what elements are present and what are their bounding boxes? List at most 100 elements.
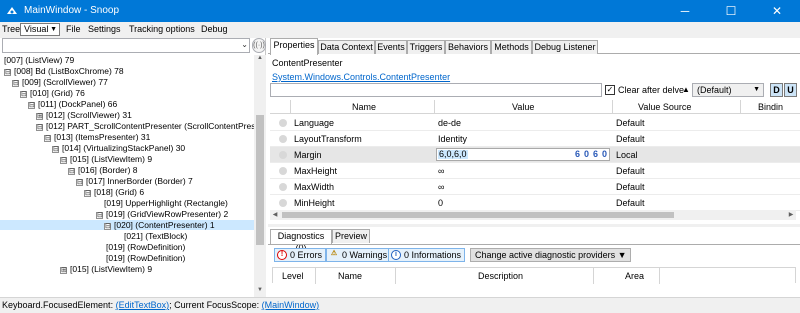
tree-node[interactable]: ⊟ [019] (GridViewRowPresenter) 2 <box>96 209 228 219</box>
column-separator[interactable] <box>659 268 660 284</box>
tree-node[interactable]: ⊟ [016] (Border) 8 <box>68 165 138 175</box>
column-header-value[interactable]: Value <box>512 102 534 112</box>
tab-preview[interactable]: Preview <box>332 229 370 243</box>
tree-node[interactable]: ⊟ [010] (Grid) 76 <box>20 88 85 98</box>
property-row[interactable]: Language de-de Default <box>270 115 800 131</box>
tree-filter-input[interactable] <box>2 38 250 53</box>
collapse-icon[interactable]: ⊟ <box>84 190 91 197</box>
errors-toggle[interactable]: ! 0 Errors <box>274 248 327 262</box>
focus-scope-link[interactable]: (MainWindow) <box>262 300 320 310</box>
collapse-icon[interactable]: ⊟ <box>76 179 83 186</box>
tab-triggers[interactable]: Triggers <box>407 40 445 54</box>
column-separator[interactable] <box>315 268 316 284</box>
tab-behaviors[interactable]: Behaviors <box>445 40 491 54</box>
tree-node[interactable]: ⊟ [012] PART_ScrollContentPresenter (Scro… <box>36 121 254 131</box>
tree-node-selected[interactable]: ⊟ [020] (ContentPresenter) 1 <box>0 220 254 230</box>
tab-properties[interactable]: Properties <box>270 38 318 55</box>
focused-element-link[interactable]: (EditTextBox) <box>116 300 170 310</box>
collapse-icon[interactable]: ⊟ <box>20 91 27 98</box>
tab-diagnostics[interactable]: Diagnostics (0) <box>270 229 332 253</box>
menu-item-tracking-options[interactable]: Tracking options <box>129 24 195 34</box>
tree-node[interactable]: [019] (RowDefinition) <box>106 242 185 252</box>
tree-node[interactable]: ⊟ [011] (DockPanel) 66 <box>28 99 117 109</box>
collapse-icon[interactable]: ⊟ <box>60 157 67 164</box>
d-button[interactable]: D <box>770 83 783 97</box>
column-separator[interactable] <box>290 100 291 114</box>
tree-node[interactable]: ⊞ [015] (ListViewItem) 9 <box>60 264 152 274</box>
collapse-icon[interactable]: ⊟ <box>104 223 111 230</box>
tab-data-context[interactable]: Data Context <box>318 40 375 54</box>
edit-text-box[interactable]: 6,0,6,0 6060 <box>436 148 610 161</box>
column-header-name[interactable]: Name <box>338 271 362 281</box>
tab-methods[interactable]: Methods <box>491 40 532 54</box>
column-header-area[interactable]: Area <box>625 271 644 281</box>
tree-node[interactable]: ⊟ [013] (ItemsPresenter) 31 <box>44 132 150 142</box>
tree-mode-select[interactable]: Visual ▼ <box>20 23 60 36</box>
property-row[interactable]: MinHeight 0 Default <box>270 195 800 211</box>
tree-node[interactable]: ⊟ [018] (Grid) 6 <box>84 187 144 197</box>
menu-item-debug[interactable]: Debug <box>201 24 228 34</box>
informations-toggle[interactable]: i 0 Informations <box>388 248 466 262</box>
collapse-icon[interactable]: ⊟ <box>68 168 75 175</box>
property-value[interactable]: Identity <box>438 134 467 144</box>
collapse-icon[interactable]: ⊟ <box>36 124 43 131</box>
maximize-button[interactable]: ☐ <box>708 0 754 22</box>
sort-ascending-icon[interactable]: ▲ <box>682 85 690 94</box>
scroll-down-icon[interactable]: ▼ <box>254 287 266 297</box>
tab-events[interactable]: Events <box>375 40 407 54</box>
clear-after-delve-checkbox[interactable]: ✓ <box>605 85 615 95</box>
property-value[interactable]: 0 <box>438 198 443 208</box>
column-header-level[interactable]: Level <box>282 271 304 281</box>
tree-node[interactable]: ⊟ [008] Bd (ListBoxChrome) 78 <box>4 66 124 76</box>
property-row[interactable]: LayoutTransform Identity Default <box>270 131 800 147</box>
scroll-left-icon[interactable]: ◀ <box>270 210 280 220</box>
tree-node[interactable]: ⊟ [015] (ListViewItem) 9 <box>60 154 152 164</box>
panel-splitter[interactable] <box>268 224 800 227</box>
tree-node[interactable]: ⊟ [017] InnerBorder (Border) 7 <box>76 176 193 186</box>
tree-node[interactable]: ⊟ [014] (VirtualizingStackPanel) 30 <box>52 143 185 153</box>
filter-options-icon[interactable]: ((·)) <box>252 38 266 53</box>
collapse-icon[interactable]: ⊟ <box>96 212 103 219</box>
tree-vertical-scrollbar[interactable]: ▲ ▼ <box>254 55 266 297</box>
collapse-icon[interactable]: ⊟ <box>44 135 51 142</box>
tree-node[interactable]: [019] UpperHighlight (Rectangle) <box>104 198 228 208</box>
expand-icon[interactable]: ⊞ <box>60 267 67 274</box>
property-value[interactable]: de-de <box>438 118 461 128</box>
tree-node[interactable]: ⊞ [012] (ScrollViewer) 31 <box>36 110 132 120</box>
tree-node[interactable]: [021] (TextBlock) <box>124 231 187 241</box>
column-header-description[interactable]: Description <box>478 271 523 281</box>
close-button[interactable]: ✕ <box>754 0 800 22</box>
collapse-icon[interactable]: ⊟ <box>28 102 35 109</box>
property-row[interactable]: MaxWidth ∞ Default <box>270 179 800 195</box>
column-header-binding[interactable]: Bindin <box>758 102 783 112</box>
column-separator[interactable] <box>434 100 435 114</box>
element-type-link[interactable]: System.Windows.Controls.ContentPresenter <box>272 72 450 82</box>
tree-node[interactable]: [007] (ListView) 79 <box>4 55 74 65</box>
collapse-icon[interactable]: ⊟ <box>12 80 19 87</box>
property-row-selected[interactable]: Margin 6,0,6,0 6060 Local <box>270 147 800 163</box>
property-row[interactable]: MaxHeight ∞ Default <box>270 163 800 179</box>
column-separator[interactable] <box>593 268 594 284</box>
column-separator[interactable] <box>612 100 613 114</box>
scroll-right-icon[interactable]: ▶ <box>786 210 796 220</box>
menu-item-file[interactable]: File <box>66 24 81 34</box>
property-filter-input[interactable] <box>270 83 602 97</box>
tree-node[interactable]: ⊟ [009] (ScrollViewer) 77 <box>12 77 108 87</box>
grid-horizontal-scrollbar[interactable]: ◀ ▶ <box>270 210 796 220</box>
scrollbar-thumb[interactable] <box>282 212 674 218</box>
column-separator[interactable] <box>395 268 396 284</box>
property-value[interactable]: ∞ <box>438 182 444 192</box>
collapse-icon[interactable]: ⊟ <box>4 69 11 76</box>
column-separator[interactable] <box>740 100 741 114</box>
scroll-up-icon[interactable]: ▲ <box>254 55 266 65</box>
column-header-name[interactable]: Name <box>352 102 376 112</box>
property-value[interactable]: ∞ <box>438 166 444 176</box>
expand-icon[interactable]: ⊞ <box>36 113 43 120</box>
property-filter-select[interactable]: (Default) ▼ <box>692 83 764 97</box>
tab-debug-listener[interactable]: Debug Listener <box>532 40 598 54</box>
collapse-icon[interactable]: ⊟ <box>52 146 59 153</box>
scrollbar-thumb[interactable] <box>256 115 264 245</box>
u-button[interactable]: U <box>784 83 797 97</box>
column-header-value-source[interactable]: Value Source <box>638 102 691 112</box>
minimize-button[interactable]: ─ <box>662 0 708 22</box>
